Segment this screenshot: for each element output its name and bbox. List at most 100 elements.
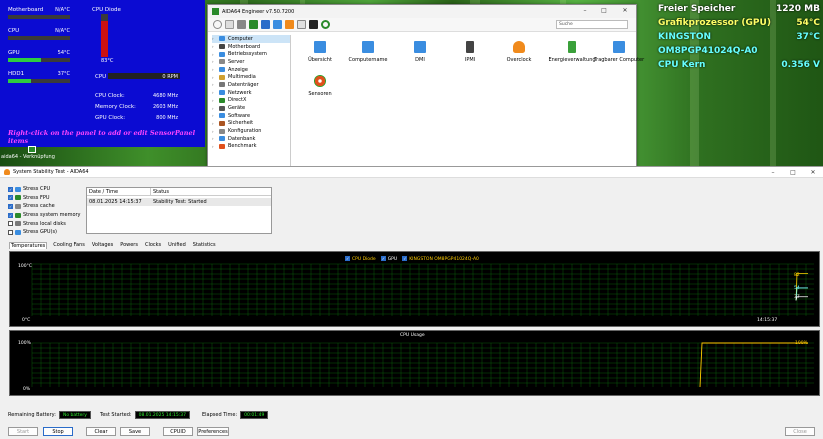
- tree-item[interactable]: › Datenbank: [212, 135, 290, 143]
- grid-item-sensors[interactable]: Sensoren: [295, 71, 345, 97]
- tree-item[interactable]: › Computer: [212, 35, 290, 43]
- memory-icon[interactable]: [249, 20, 258, 29]
- stress-option[interactable]: ✓ Stress CPU: [8, 185, 81, 194]
- tree-item[interactable]: › Anzeige: [212, 66, 290, 74]
- stability-test-window[interactable]: System Stability Test - AIDA64 – □ ✕ ✓ St…: [0, 166, 823, 439]
- elapsed-value: 00:01:49: [240, 411, 269, 419]
- stability-test-title: System Stability Test - AIDA64: [13, 169, 89, 175]
- legend-item: ✓ KINGSTON OM8PGP41024Q-A0: [402, 256, 479, 262]
- aida64-titlebar[interactable]: AIDA64 Engineer v7.50.7200 – □ ✕: [208, 5, 636, 18]
- tab-voltages[interactable]: Voltages: [91, 242, 114, 249]
- temperature-chart: 100°C 0°C ✓ CPU Diode ✓ GPU ✓ KINGSTON OM8P…: [9, 251, 820, 327]
- grid-item-dmi[interactable]: DMI: [395, 37, 445, 63]
- close-button[interactable]: Close: [785, 427, 815, 436]
- ipmi-icon: [466, 41, 474, 53]
- tab-statistics[interactable]: Statistics: [192, 242, 217, 249]
- elapsed-label: Elapsed Time:: [202, 412, 238, 418]
- gauge-icon[interactable]: [321, 20, 330, 29]
- osd-row: Grafikprozessor (GPU) 54°C: [655, 16, 823, 30]
- osd-icon[interactable]: [309, 20, 318, 29]
- checkbox-checked-icon[interactable]: ✓: [345, 256, 350, 261]
- document-icon[interactable]: [297, 20, 306, 29]
- checkbox-checked-icon[interactable]: ✓: [8, 195, 13, 201]
- checkbox-checked-icon[interactable]: ✓: [402, 256, 408, 261]
- gpu-end-label: 54: [794, 286, 800, 291]
- sensor-panel[interactable]: Motherboard N/A°C CPU N/A°C GPU 54°C HDD…: [0, 0, 205, 147]
- stress-option[interactable]: ✓ Stress FPU: [8, 194, 81, 203]
- log-status: Stability Test: Started: [153, 199, 207, 205]
- log-row[interactable]: 08.01.2025 14:15:37 Stability Test: Star…: [87, 198, 271, 206]
- osd-row: CPU Kern 0.356 V: [655, 58, 823, 72]
- gpu-bar: [8, 58, 70, 62]
- tab-unified[interactable]: Unified: [167, 242, 187, 249]
- tab-clocks[interactable]: Clocks: [144, 242, 162, 249]
- tab-temperatures[interactable]: Temperatures: [9, 242, 48, 249]
- close-icon[interactable]: ✕: [618, 5, 632, 16]
- stress-option[interactable]: ✓ Stress system memory: [8, 211, 81, 220]
- monitor-icon[interactable]: [273, 20, 282, 29]
- checkbox-checked-icon[interactable]: ✓: [8, 203, 13, 209]
- cpu-usage-chart-svg: [31, 342, 814, 388]
- start-button[interactable]: Start: [8, 427, 38, 436]
- stress-option[interactable]: Stress local disks: [8, 219, 81, 228]
- osd-label: CPU Kern: [658, 60, 706, 70]
- checkbox-checked-icon[interactable]: ✓: [8, 186, 13, 192]
- tree-item[interactable]: › Software: [212, 112, 290, 120]
- hdd-bar: [8, 79, 70, 83]
- flame-icon[interactable]: [285, 20, 294, 29]
- log-header-time: Date / Time: [87, 188, 151, 195]
- stop-button[interactable]: Stop: [43, 427, 73, 436]
- grid-item-overview[interactable]: Übersicht: [295, 37, 345, 63]
- cpuid-button[interactable]: CPUID: [163, 427, 193, 436]
- network-icon[interactable]: [261, 20, 270, 29]
- tree-item[interactable]: › Netzwerk: [212, 89, 290, 97]
- time-label: 14:15:37: [757, 318, 778, 323]
- maximize-icon[interactable]: □: [597, 5, 611, 16]
- tree-item[interactable]: › DirectX: [212, 97, 290, 105]
- checkbox-checked-icon[interactable]: ✓: [380, 256, 386, 261]
- tab-cooling-fans[interactable]: Cooling Fans: [52, 242, 86, 249]
- aida64-logo-icon: [212, 8, 219, 15]
- stress-option[interactable]: ✓ Stress cache: [8, 202, 81, 211]
- tree-item[interactable]: › Benchmark: [212, 143, 290, 151]
- tab-powers[interactable]: Powers: [119, 242, 139, 249]
- grid-item-portable[interactable]: Tragbarer Computer: [591, 37, 647, 63]
- maximize-icon[interactable]: □: [786, 167, 800, 178]
- preferences-button[interactable]: Preferences: [197, 427, 229, 436]
- minimize-icon[interactable]: –: [766, 167, 780, 178]
- event-log[interactable]: Date / Time Status 08.01.2025 14:15:37 S…: [86, 187, 272, 234]
- report-icon[interactable]: [225, 20, 234, 29]
- tree-item[interactable]: › Betriebssystem: [212, 50, 290, 58]
- gpu-bar-fill: [8, 58, 42, 62]
- minimize-icon[interactable]: –: [578, 5, 592, 16]
- checkbox-checked-icon[interactable]: ✓: [8, 212, 13, 218]
- grid-item-overclock[interactable]: Overclock: [494, 37, 544, 63]
- cpu-fan-label: CPU: [95, 74, 107, 80]
- motherboard-label: Motherboard: [8, 7, 44, 13]
- checkbox-unchecked-icon[interactable]: [8, 229, 13, 235]
- search-input[interactable]: Suche: [556, 20, 628, 29]
- stability-test-titlebar[interactable]: System Stability Test - AIDA64 – □ ✕: [0, 167, 823, 178]
- tree-item[interactable]: › Motherboard: [212, 43, 290, 51]
- grid-item-ipmi[interactable]: IPMI: [445, 37, 495, 63]
- aida64-window[interactable]: AIDA64 Engineer v7.50.7200 – □ ✕ Suche ›…: [207, 4, 644, 167]
- motherboard-icon[interactable]: [237, 20, 246, 29]
- tree-item[interactable]: › Sicherheit: [212, 120, 290, 128]
- tree-item[interactable]: › Geräte: [212, 104, 290, 112]
- stress-option[interactable]: Stress GPU(s): [8, 228, 81, 237]
- save-button[interactable]: Save: [120, 427, 150, 436]
- tree-item[interactable]: › Server: [212, 58, 290, 66]
- clear-button[interactable]: Clear: [86, 427, 116, 436]
- motherboard-bar: [8, 15, 70, 19]
- tree-item[interactable]: › Konfiguration: [212, 127, 290, 135]
- tree-item[interactable]: › Multimedia: [212, 73, 290, 81]
- sensor-panel-hint: Right-click on the panel to add or edit …: [8, 129, 196, 145]
- checkbox-unchecked-icon[interactable]: [8, 221, 13, 227]
- tree-item[interactable]: › Datenträger: [212, 81, 290, 89]
- refresh-icon[interactable]: [213, 20, 222, 29]
- osd-value: 0.356 V: [781, 60, 820, 70]
- close-icon[interactable]: ✕: [806, 167, 820, 178]
- grid-item-computername[interactable]: Computername: [343, 37, 393, 63]
- y-axis-top-label: 100°C: [18, 264, 32, 269]
- battery-status: Remaining Battery: No battery: [8, 411, 91, 419]
